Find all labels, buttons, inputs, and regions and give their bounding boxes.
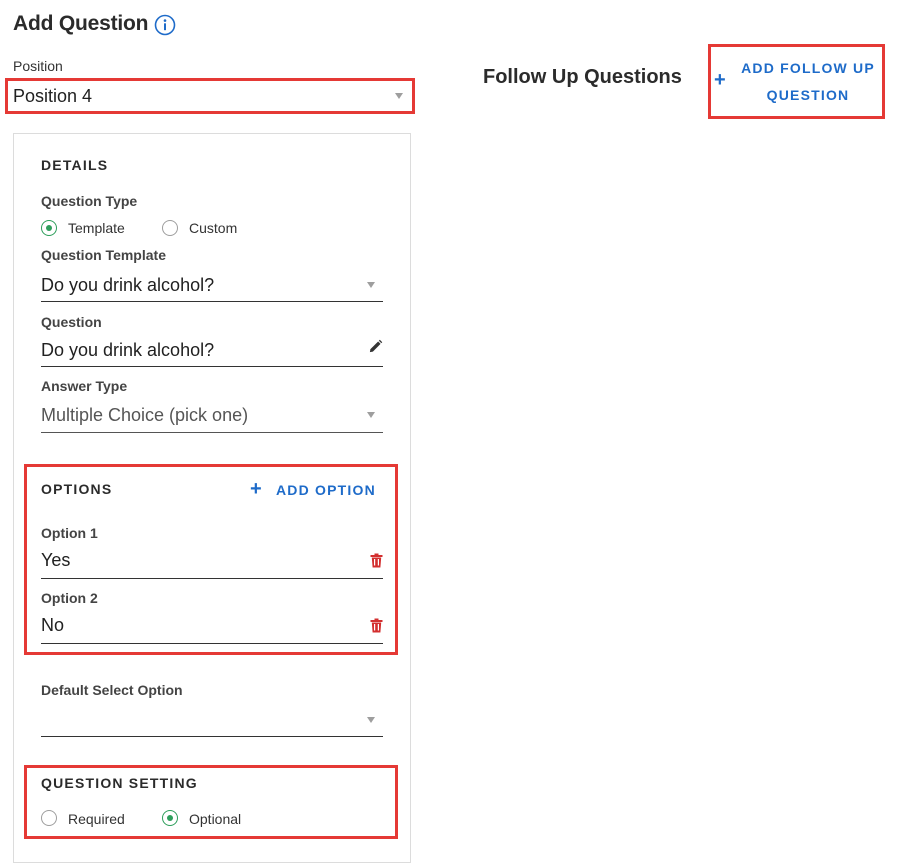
page-title: Add Question <box>13 12 149 35</box>
info-circle-icon[interactable] <box>154 14 176 36</box>
radio-required-label[interactable]: Required <box>68 811 125 827</box>
chevron-down-icon[interactable] <box>367 282 375 288</box>
question-template-label: Question Template <box>41 247 166 263</box>
add-follow-up-button-line2[interactable]: QUESTION <box>738 87 878 103</box>
option-1-input[interactable]: Yes <box>41 550 341 571</box>
default-select-dropdown[interactable] <box>41 708 361 730</box>
plus-icon[interactable]: + <box>250 479 262 499</box>
radio-optional[interactable] <box>162 810 178 826</box>
answer-type-select[interactable]: Multiple Choice (pick one) <box>41 405 361 426</box>
options-heading: OPTIONS <box>41 481 113 497</box>
plus-icon[interactable]: + <box>714 70 726 90</box>
option-2-input[interactable]: No <box>41 615 341 636</box>
position-select[interactable]: Position 4 <box>13 86 393 107</box>
radio-required[interactable] <box>41 810 57 826</box>
trash-icon[interactable] <box>370 553 383 568</box>
divider <box>41 736 383 737</box>
option-2-label: Option 2 <box>41 590 98 606</box>
divider <box>41 301 383 302</box>
option-1-label: Option 1 <box>41 525 98 541</box>
divider <box>41 432 383 433</box>
add-follow-up-button-line1[interactable]: ADD FOLLOW UP <box>738 60 878 76</box>
radio-custom-label[interactable]: Custom <box>189 220 237 236</box>
question-setting-heading: QUESTION SETTING <box>41 775 198 791</box>
radio-optional-label[interactable]: Optional <box>189 811 241 827</box>
pencil-icon[interactable] <box>368 339 383 354</box>
divider <box>41 578 383 579</box>
chevron-down-icon[interactable] <box>367 717 375 723</box>
details-heading: DETAILS <box>41 157 109 173</box>
add-follow-up-highlight <box>708 44 885 119</box>
chevron-down-icon[interactable] <box>395 93 403 99</box>
question-type-label: Question Type <box>41 193 138 209</box>
answer-type-label: Answer Type <box>41 378 128 394</box>
divider <box>41 366 383 367</box>
divider <box>41 643 383 644</box>
radio-template-label[interactable]: Template <box>68 220 125 236</box>
radio-custom[interactable] <box>162 220 178 236</box>
default-select-label: Default Select Option <box>41 682 183 698</box>
question-input[interactable]: Do you drink alcohol? <box>41 340 361 361</box>
follow-up-title: Follow Up Questions <box>483 66 682 88</box>
add-option-button[interactable]: ADD OPTION <box>276 482 376 498</box>
question-label: Question <box>41 314 102 330</box>
position-label: Position <box>13 58 63 74</box>
question-template-select[interactable]: Do you drink alcohol? <box>41 275 361 296</box>
chevron-down-icon[interactable] <box>367 412 375 418</box>
radio-template[interactable] <box>41 220 57 236</box>
trash-icon[interactable] <box>370 618 383 633</box>
